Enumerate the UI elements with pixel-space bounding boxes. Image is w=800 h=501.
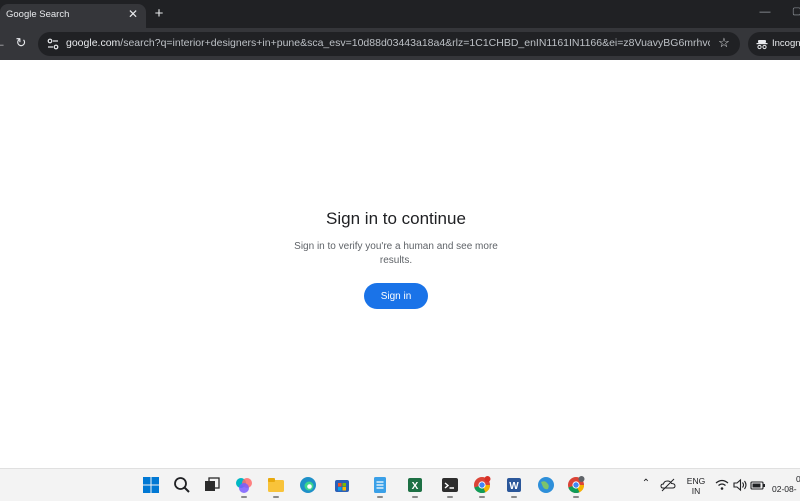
wifi-icon[interactable] (714, 477, 730, 493)
search-icon[interactable] (172, 475, 192, 495)
edge-icon[interactable] (298, 475, 318, 495)
tab-google-search[interactable]: Google Search ✕ (0, 4, 146, 28)
battery-icon[interactable] (750, 477, 766, 493)
file-explorer-icon[interactable] (266, 475, 286, 495)
page-content: Sign in to continue Sign in to verify yo… (0, 60, 800, 468)
sign-in-button[interactable]: Sign in (364, 283, 428, 309)
onedrive-offline-icon[interactable] (660, 477, 676, 493)
tab-title: Google Search (6, 9, 70, 20)
windows-taskbar: X W ⌃ ENG IN 0 02-08- (0, 468, 800, 501)
running-indicator (241, 496, 247, 498)
url-text[interactable]: google.com/search?q=interior+designers+i… (66, 37, 710, 49)
url-host: google.com (66, 37, 121, 49)
excel-icon[interactable]: X (405, 475, 425, 495)
volume-icon[interactable] (732, 477, 748, 493)
word-icon[interactable]: W (504, 475, 524, 495)
back-icon[interactable]: ← (0, 36, 6, 50)
terminal-icon[interactable] (440, 475, 460, 495)
browser-icon[interactable] (536, 475, 556, 495)
running-indicator (511, 496, 517, 498)
incognito-indicator[interactable]: Incognito (748, 32, 800, 56)
region-code: IN (691, 486, 701, 496)
running-indicator (573, 496, 579, 498)
new-tab-button[interactable]: + (150, 5, 168, 23)
language-indicator[interactable]: ENG IN (682, 476, 710, 496)
date-text: 02-08- (772, 484, 797, 494)
browser-tab-bar: Google Search ✕ + — ▢ (0, 0, 800, 28)
url-path: /search?q=interior+designers+in+pune&sca… (120, 37, 710, 49)
microsoft-store-icon[interactable] (332, 475, 352, 495)
incognito-icon (756, 40, 768, 50)
time-text: 0 (796, 474, 800, 484)
copilot-icon[interactable] (234, 475, 254, 495)
minimize-icon[interactable]: — (758, 6, 772, 20)
notepad-icon[interactable] (370, 475, 390, 495)
running-indicator (273, 496, 279, 498)
incognito-label: Incognito (772, 38, 800, 49)
language-code: ENG (686, 476, 706, 486)
running-indicator (479, 496, 485, 498)
clock[interactable]: 0 02-08- (772, 474, 800, 494)
site-info-icon[interactable] (46, 37, 60, 51)
svg-text:W: W (509, 481, 519, 492)
verification-message: Sign in to verify you're a human and see… (294, 241, 498, 266)
show-hidden-icons-chevron-icon[interactable]: ⌃ (640, 479, 652, 489)
chrome-incognito-icon[interactable] (566, 475, 586, 495)
bookmark-star-icon[interactable]: ☆ (716, 35, 732, 51)
running-indicator (412, 496, 418, 498)
browser-toolbar: ← ↻ google.com/search?q=interior+designe… (0, 28, 800, 60)
page-title: Sign in to continue (326, 209, 466, 228)
windows-start-icon[interactable] (141, 475, 161, 495)
tab-close-icon[interactable]: ✕ (126, 7, 140, 21)
address-bar[interactable]: google.com/search?q=interior+designers+i… (38, 32, 740, 56)
maximize-icon[interactable]: ▢ (792, 6, 800, 18)
reload-icon[interactable]: ↻ (14, 36, 28, 50)
task-view-icon[interactable] (202, 475, 222, 495)
running-indicator (377, 496, 383, 498)
svg-text:X: X (412, 481, 419, 492)
running-indicator (447, 496, 453, 498)
chrome-icon[interactable] (472, 475, 492, 495)
